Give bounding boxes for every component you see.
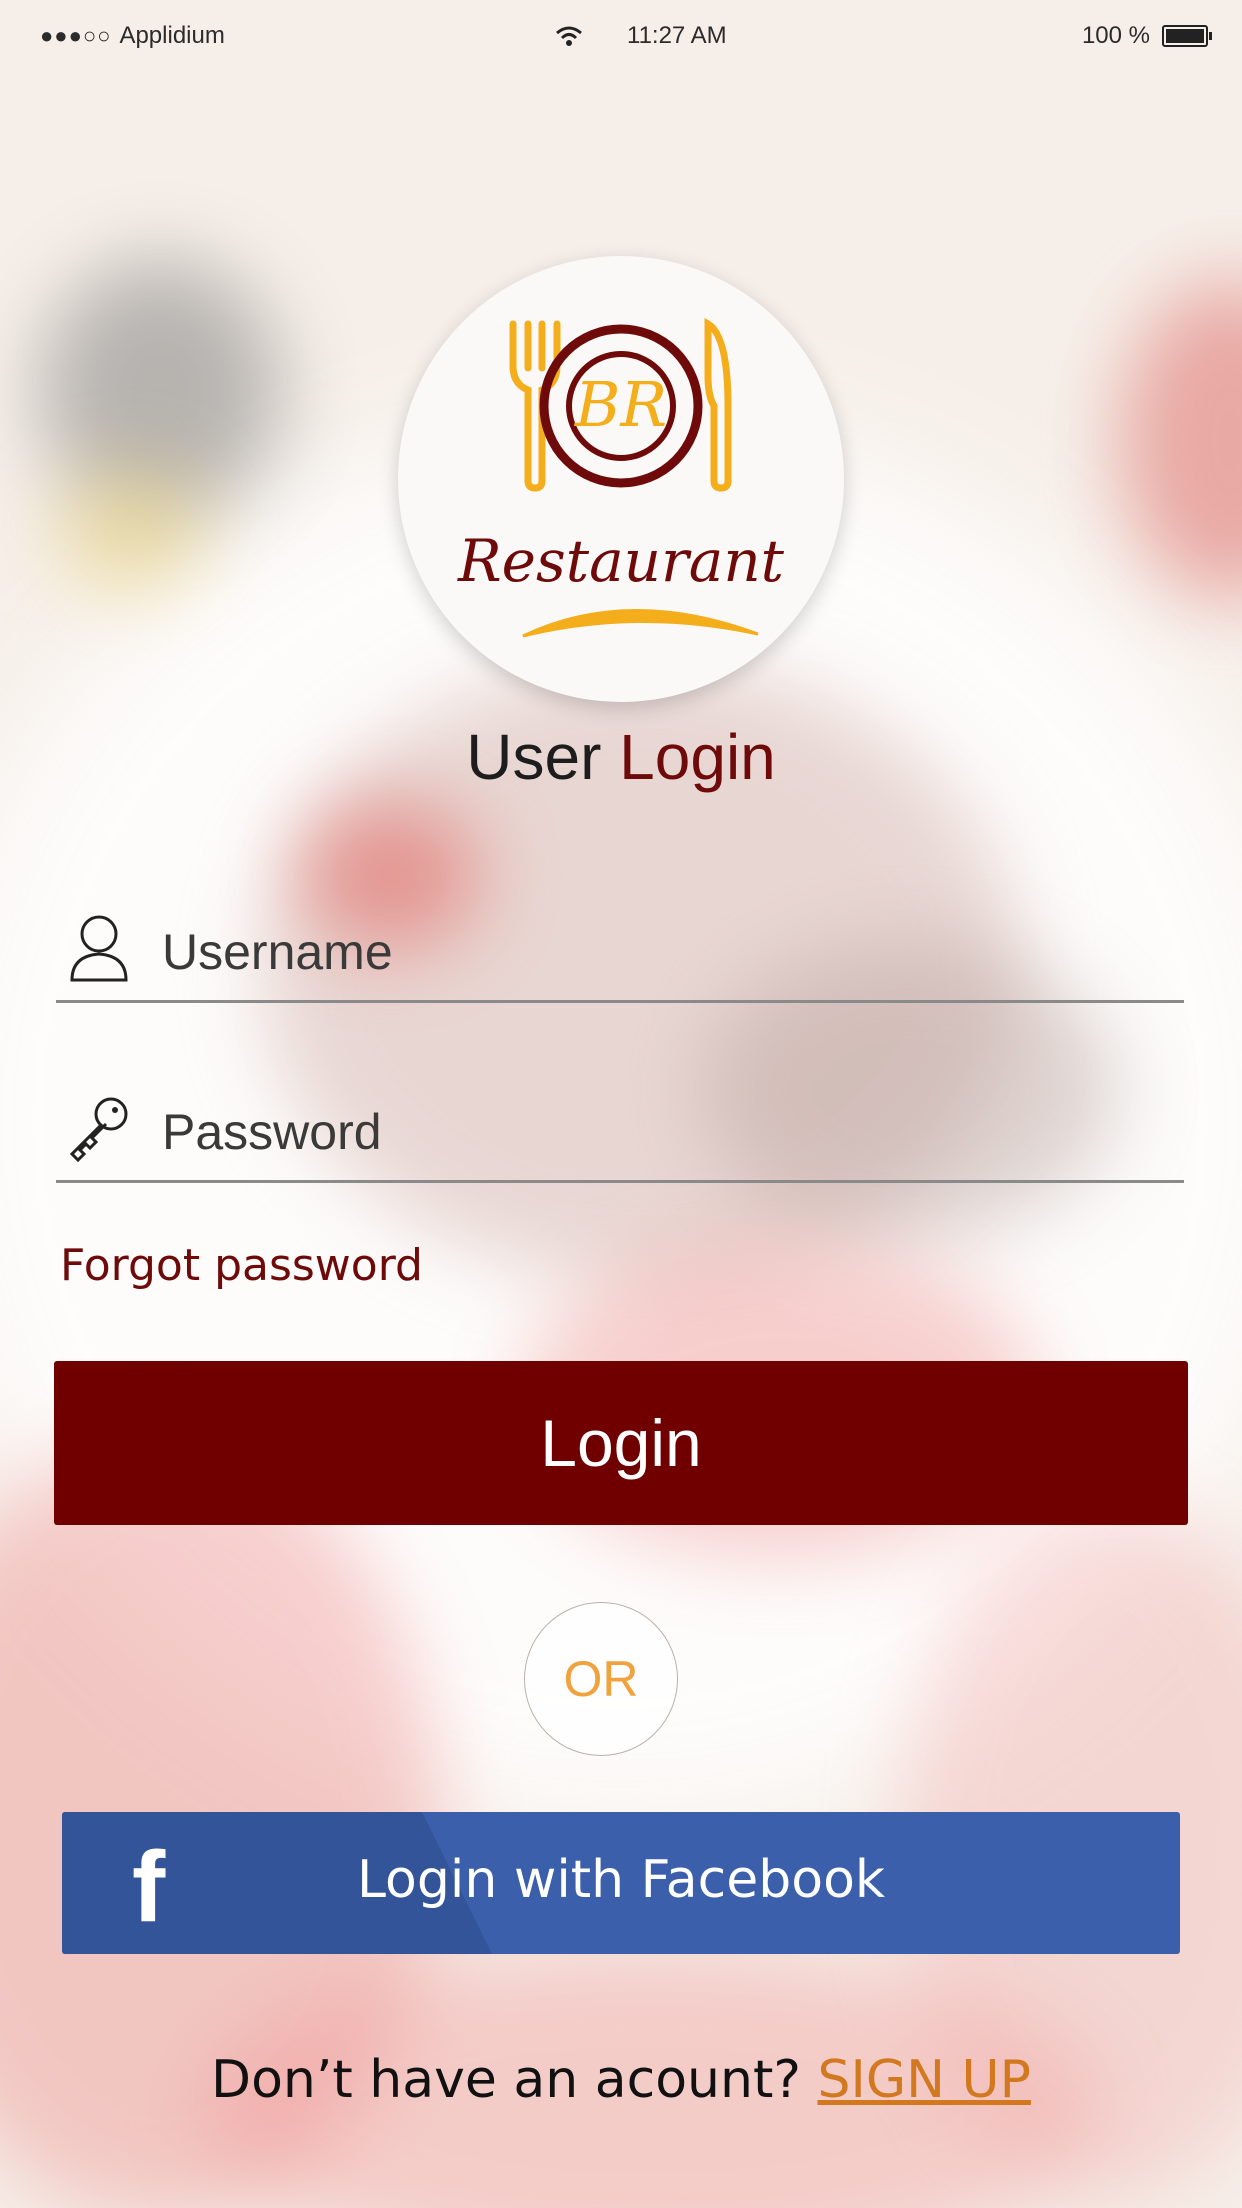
facebook-login-button[interactable]: f Login with Facebook bbox=[62, 1812, 1180, 1954]
key-icon bbox=[69, 1097, 128, 1162]
password-field[interactable] bbox=[56, 1060, 1184, 1183]
password-input[interactable] bbox=[160, 1096, 1144, 1168]
login-button[interactable]: Login bbox=[54, 1361, 1188, 1525]
facebook-login-label: Login with Facebook bbox=[357, 1850, 885, 1910]
carrier-name: Applidium bbox=[119, 22, 225, 49]
or-text: OR bbox=[563, 1651, 639, 1707]
clock: 11:27 AM bbox=[627, 22, 727, 49]
status-bar: ●●●○○ Applidium 11:27 AM 100 % bbox=[0, 0, 1242, 70]
signal-strength-icon: ●●●○○ bbox=[40, 23, 112, 48]
wifi-icon bbox=[556, 26, 582, 46]
logo-graphic: BR Restaurant bbox=[457, 317, 785, 638]
signup-question: Don’t have an acount? bbox=[211, 2050, 801, 2110]
forgot-password-link[interactable]: Forgot password bbox=[60, 1240, 423, 1291]
logo-wordmark: Restaurant bbox=[457, 527, 785, 595]
signup-prompt: Don’t have an acount? SIGN UP bbox=[0, 2050, 1242, 2110]
logo-monogram: BR bbox=[574, 368, 667, 441]
or-divider: OR bbox=[524, 1602, 678, 1756]
username-field[interactable] bbox=[56, 880, 1184, 1003]
title-prefix: User bbox=[466, 721, 602, 793]
battery-icon bbox=[1162, 25, 1212, 47]
username-input[interactable] bbox=[160, 916, 1144, 988]
title-accent: Login bbox=[619, 721, 776, 793]
user-icon bbox=[70, 915, 128, 982]
page-title: User Login bbox=[0, 720, 1242, 794]
signup-link[interactable]: SIGN UP bbox=[817, 2050, 1030, 2110]
restaurant-logo: BR Restaurant bbox=[398, 256, 844, 702]
battery-percent: 100 % bbox=[1081, 22, 1150, 49]
